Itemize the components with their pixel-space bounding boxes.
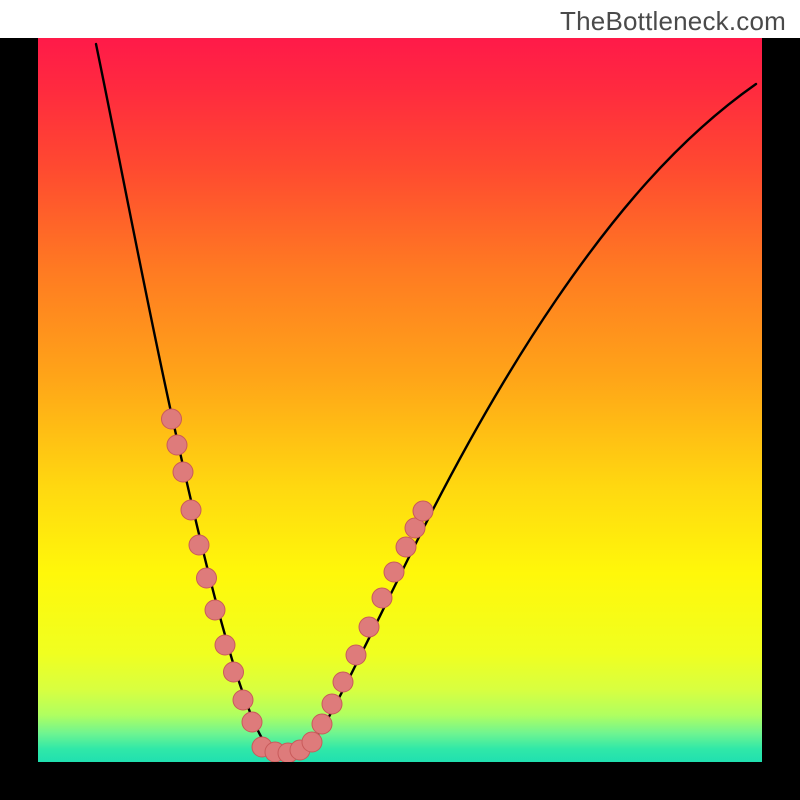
data-marker <box>205 600 225 620</box>
data-marker <box>224 662 244 682</box>
data-marker <box>413 501 433 521</box>
data-marker <box>346 645 366 665</box>
data-marker <box>242 712 262 732</box>
data-marker <box>396 537 416 557</box>
data-marker <box>181 500 201 520</box>
data-marker <box>333 672 353 692</box>
data-marker <box>162 409 182 429</box>
data-marker <box>312 714 332 734</box>
data-marker <box>197 568 217 588</box>
data-marker <box>173 462 193 482</box>
data-marker <box>167 435 187 455</box>
data-marker <box>322 694 342 714</box>
watermark-label: TheBottleneck.com <box>560 6 786 37</box>
data-marker <box>189 535 209 555</box>
data-marker <box>233 690 253 710</box>
gradient-background <box>38 38 762 762</box>
data-marker <box>372 588 392 608</box>
bottleneck-chart <box>0 0 800 800</box>
data-marker <box>384 562 404 582</box>
chart-container: TheBottleneck.com <box>0 0 800 800</box>
data-marker <box>215 635 235 655</box>
data-marker <box>302 732 322 752</box>
data-marker <box>359 617 379 637</box>
